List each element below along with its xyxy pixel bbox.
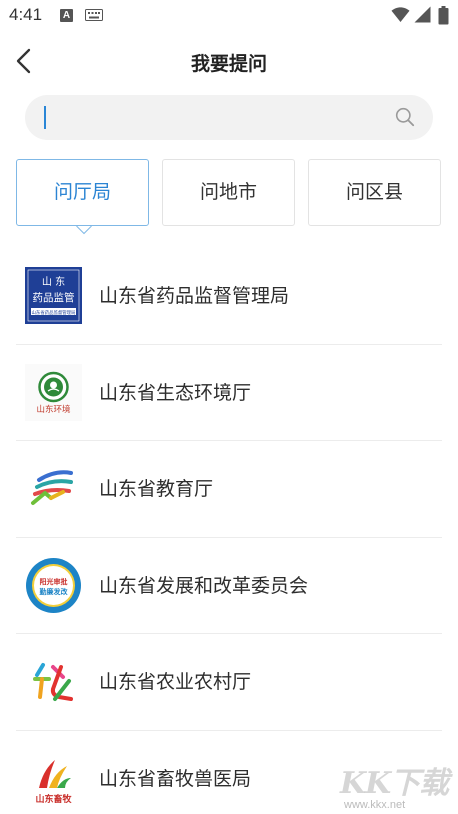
watermark-brand: KK下载 <box>340 766 449 801</box>
animal-husbandry-logo: 山东畜牧 <box>35 759 72 805</box>
search-icon[interactable] <box>395 107 415 127</box>
department-name: 山东省药品监督管理局 <box>99 285 290 307</box>
status-time: 4:41 <box>9 5 43 24</box>
education-department-logo <box>31 470 73 505</box>
text-cursor <box>44 106 46 129</box>
tab-ask-cities[interactable]: 问地市 <box>162 159 295 226</box>
page-title: 我要提问 <box>190 53 267 75</box>
svg-text:山东畜牧: 山东畜牧 <box>35 793 72 805</box>
svg-text:山 东: 山 东 <box>42 275 65 288</box>
ecology-environment-logo: 山东环境 <box>25 363 82 421</box>
department-name: 山东省农业农村厅 <box>99 671 252 693</box>
development-reform-logo: 阳光审批 勤廉发改 <box>26 557 81 613</box>
keyboard-icon <box>85 9 103 21</box>
svg-text:阳光审批: 阳光审批 <box>40 577 68 586</box>
watermark-url: www.kkx.net <box>344 799 406 811</box>
battery-icon <box>438 6 449 25</box>
department-name: 山东省畜牧兽医局 <box>99 767 252 790</box>
department-list: 山 东 药品监管 山东省药品监督管理局 山东省药品监督管理局 山东环境 山东省生… <box>16 248 442 814</box>
list-item[interactable]: 山 东 药品监管 山东省药品监督管理局 山东省药品监督管理局 <box>16 248 442 345</box>
drug-administration-logo: 山 东 药品监管 山东省药品监督管理局 <box>25 267 82 324</box>
tab-ask-counties[interactable]: 问区县 <box>308 159 441 226</box>
list-item[interactable]: 山东环境 山东省生态环境厅 <box>16 345 442 441</box>
list-item[interactable]: 阳光审批 勤廉发改 山东省发展和改革委员会 <box>16 538 442 634</box>
status-bar: 4:41 A <box>0 0 458 32</box>
app-header: 我要提问 <box>0 32 458 90</box>
svg-text:山东环境: 山东环境 <box>36 404 71 415</box>
tab-ask-departments[interactable]: 问厅局 <box>16 159 149 226</box>
svg-text:山东省药品监督管理局: 山东省药品监督管理局 <box>32 309 76 316</box>
svg-text:药品监管: 药品监管 <box>33 291 75 304</box>
department-name: 山东省发展和改革委员会 <box>99 574 309 597</box>
department-name: 山东省生态环境厅 <box>99 381 252 404</box>
notification-badge: A <box>60 9 73 22</box>
svg-text:勤廉发改: 勤廉发改 <box>40 587 69 596</box>
search-bar[interactable] <box>25 95 433 140</box>
signal-icon <box>414 6 431 23</box>
department-name: 山东省教育厅 <box>99 478 214 500</box>
list-item[interactable]: 山东省农业农村厅 <box>16 634 442 731</box>
active-tab-pointer <box>76 226 92 235</box>
list-item[interactable]: 山东省教育厅 <box>16 441 442 538</box>
agriculture-rural-logo <box>33 663 73 701</box>
wifi-icon <box>391 7 410 22</box>
region-tabs: 问厅局 问地市 问区县 <box>16 159 442 227</box>
search-input[interactable] <box>41 101 381 134</box>
site-watermark: KK下载 www.kkx.net <box>340 758 455 814</box>
